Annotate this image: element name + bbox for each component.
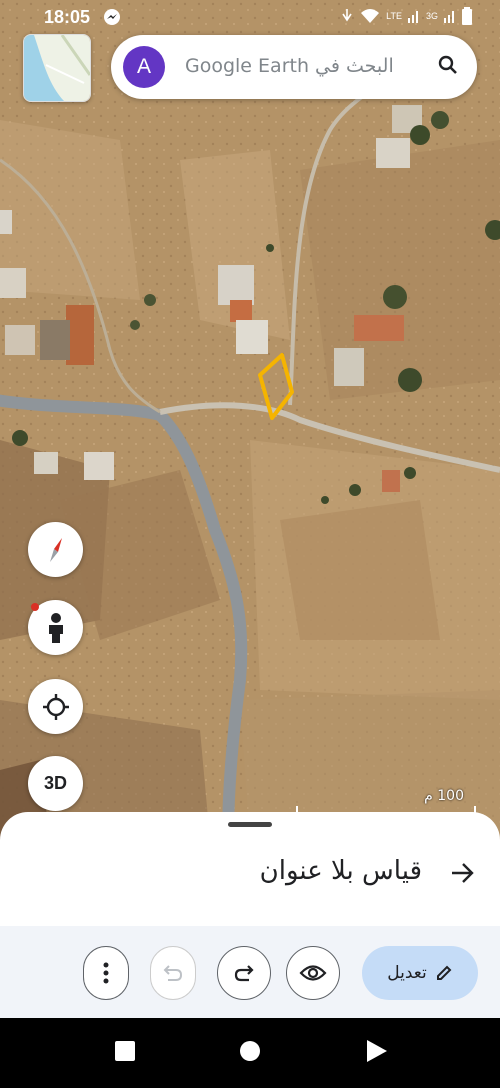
- toggle-3d-button[interactable]: 3D: [28, 756, 83, 811]
- redo-icon: [234, 965, 254, 982]
- alarm-icon: [342, 9, 352, 22]
- measurement-toolbar: تعديل: [0, 926, 500, 1018]
- search-icon[interactable]: [437, 54, 459, 80]
- search-bar[interactable]: A البحث في Google Earth: [111, 35, 477, 99]
- undo-button[interactable]: [150, 946, 196, 1000]
- system-nav-bar: [0, 1018, 500, 1084]
- home-button[interactable]: [240, 1041, 260, 1061]
- messenger-icon: [103, 8, 121, 31]
- redo-button[interactable]: [217, 946, 271, 1000]
- visibility-button[interactable]: [286, 946, 340, 1000]
- notification-dot: [31, 603, 39, 611]
- network-3g-label: 3G: [425, 11, 438, 21]
- signal-icon: [407, 11, 418, 23]
- drag-handle[interactable]: [228, 822, 272, 827]
- my-location-button[interactable]: [28, 679, 83, 734]
- undo-icon: [163, 965, 183, 981]
- wifi-icon: [361, 9, 380, 23]
- measurement-title: قياس بلا عنوان: [259, 856, 422, 886]
- network-lte-label: LTE: [386, 11, 402, 21]
- status-bar: 18:05 LTE 3G: [0, 0, 500, 34]
- signal-icon-2: [444, 11, 454, 23]
- measurement-sheet: قياس بلا عنوان تعديل: [0, 812, 500, 1018]
- edit-button[interactable]: تعديل: [362, 946, 478, 1000]
- pencil-icon: [436, 965, 452, 980]
- map-layers-thumbnail[interactable]: [23, 34, 91, 102]
- status-icons: LTE 3G: [340, 7, 472, 25]
- recents-button[interactable]: [115, 1041, 135, 1061]
- status-time: 18:05: [44, 7, 91, 27]
- more-vert-icon: [103, 962, 109, 984]
- scale-label: 100 م: [424, 788, 464, 804]
- battery-icon: [462, 7, 472, 25]
- back-button[interactable]: [367, 1040, 387, 1062]
- my-location-icon: [42, 693, 69, 720]
- search-placeholder[interactable]: البحث في Google Earth: [185, 55, 394, 77]
- more-options-button[interactable]: [83, 946, 129, 1000]
- account-avatar[interactable]: A: [123, 46, 165, 88]
- eye-icon: [299, 965, 327, 981]
- edit-label: تعديل: [387, 963, 427, 983]
- compass-icon: [49, 537, 62, 562]
- pegman-icon: [48, 612, 63, 643]
- back-arrow-icon[interactable]: [450, 862, 474, 888]
- compass-button[interactable]: [28, 522, 83, 577]
